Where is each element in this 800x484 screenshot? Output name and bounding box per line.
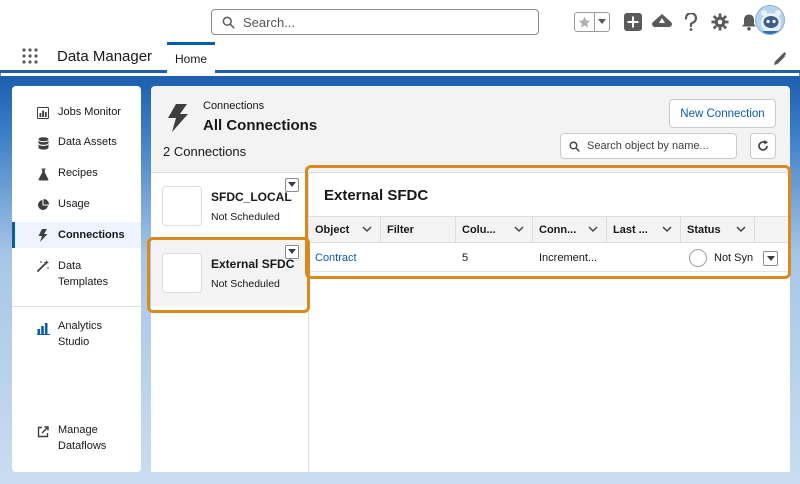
connection-status: Not Scheduled xyxy=(211,211,280,223)
object-search-input[interactable]: Search object by name... xyxy=(560,133,737,159)
highlight-external-sfdc-card xyxy=(147,237,310,313)
lightning-icon xyxy=(36,228,50,242)
flask-icon xyxy=(36,167,50,181)
sidebar-item-usage[interactable]: Usage xyxy=(12,198,141,216)
connection-list: SFDC_LOCAL Not Scheduled External SFDC N… xyxy=(151,172,308,472)
favorites-group xyxy=(574,12,610,32)
connection-name: SFDC_LOCAL xyxy=(211,190,292,204)
user-avatar[interactable] xyxy=(755,5,785,35)
magic-wand-icon xyxy=(36,259,50,273)
tab-home[interactable]: Home xyxy=(167,42,215,73)
new-connection-button[interactable]: New Connection xyxy=(669,99,776,128)
sidebar-item-manage-dataflows[interactable]: Manage Dataflows xyxy=(12,422,141,456)
app-navigation-bar: Data Manager Home xyxy=(0,42,800,73)
connections-lightning-icon xyxy=(167,104,189,132)
highlight-detail-table xyxy=(305,165,791,279)
sidebar-divider xyxy=(12,306,141,307)
bar-chart-icon xyxy=(36,321,50,335)
setup-gear-icon[interactable] xyxy=(709,11,731,33)
jobs-monitor-icon xyxy=(36,106,50,120)
sidebar-item-recipes[interactable]: Recipes xyxy=(12,167,141,185)
search-icon xyxy=(222,16,235,29)
sidebar: Jobs Monitor Data Assets Recipes Usage C… xyxy=(12,86,141,472)
sidebar-item-analytics-studio[interactable]: Analytics Studio xyxy=(12,318,141,352)
page-title: All Connections xyxy=(203,117,318,134)
sidebar-item-connections[interactable]: Connections xyxy=(12,222,141,248)
header-utility-icons xyxy=(574,10,767,34)
connections-count: 2 Connections xyxy=(163,144,247,159)
global-header: Search... xyxy=(0,0,800,42)
sidebar-item-data-assets[interactable]: Data Assets xyxy=(12,136,141,154)
sidebar-item-data-templates[interactable]: Data Templates xyxy=(12,258,141,292)
astro-avatar-icon xyxy=(761,10,781,34)
sidebar-item-label: Data Templates xyxy=(58,260,109,288)
external-link-icon xyxy=(36,425,50,439)
app-launcher-icon[interactable] xyxy=(22,48,38,64)
page-eyebrow: Connections xyxy=(203,100,265,112)
sidebar-item-label: Analytics Studio xyxy=(58,320,103,348)
database-icon xyxy=(36,136,50,150)
sidebar-item-label: Manage Dataflows xyxy=(58,424,107,452)
connection-thumbnail xyxy=(162,186,202,226)
global-search-placeholder: Search... xyxy=(243,14,296,30)
sidebar-item-jobs-monitor[interactable]: Jobs Monitor xyxy=(12,106,141,124)
favorite-star-icon[interactable] xyxy=(575,13,595,31)
sidebar-item-label: Recipes xyxy=(58,167,98,179)
connection-card-sfdc-local[interactable]: SFDC_LOCAL Not Scheduled xyxy=(151,173,308,239)
global-create-icon[interactable] xyxy=(622,11,644,33)
sidebar-item-label: Usage xyxy=(58,198,90,210)
object-search-placeholder: Search object by name... xyxy=(587,140,709,152)
sidebar-item-label: Jobs Monitor xyxy=(58,106,121,118)
trailhead-guide-icon[interactable] xyxy=(651,11,673,33)
help-icon[interactable] xyxy=(680,11,702,33)
connection-menu-button[interactable] xyxy=(285,178,299,192)
edit-nav-pencil-icon[interactable] xyxy=(773,52,787,66)
chevron-down-icon xyxy=(288,182,296,187)
favorites-caret-icon[interactable] xyxy=(595,13,609,31)
pie-chart-icon xyxy=(36,198,50,212)
sidebar-item-label: Data Assets xyxy=(58,136,117,148)
global-search-input[interactable]: Search... xyxy=(211,9,539,35)
refresh-icon xyxy=(758,140,768,151)
refresh-button[interactable] xyxy=(750,133,776,159)
sidebar-item-label: Connections xyxy=(58,229,125,241)
search-icon xyxy=(569,140,580,152)
app-name: Data Manager xyxy=(57,48,153,65)
